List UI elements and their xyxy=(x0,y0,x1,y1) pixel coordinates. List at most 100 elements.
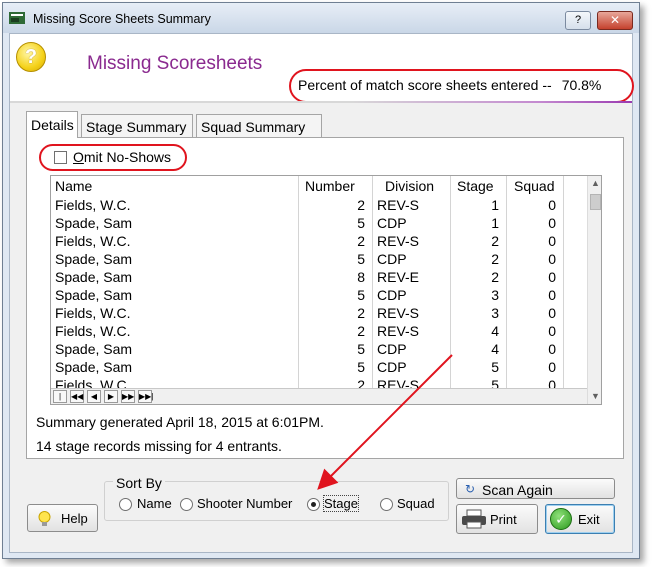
cell-name: Spade, Sam xyxy=(55,215,133,231)
cell-number: 5 xyxy=(357,341,365,357)
table-row[interactable]: Fields, W.C. 2 REV-S 2 0 xyxy=(51,232,587,250)
table-row[interactable]: Fields, W.C. 2 REV-S 4 0 xyxy=(51,322,587,340)
table-row[interactable]: Spade, Sam 5 CDP 2 0 xyxy=(51,250,587,268)
dialog-body: ? Missing Scoresheets Percent of match s… xyxy=(9,33,634,553)
cell-stage: 2 xyxy=(491,269,499,285)
percent-label: Percent of match score sheets entered -- xyxy=(298,77,552,93)
table-row[interactable]: Fields, W.C. 2 REV-S 3 0 xyxy=(51,304,587,322)
cell-number: 5 xyxy=(357,251,365,267)
column-header-name[interactable]: Name xyxy=(55,178,92,196)
app-icon xyxy=(9,12,25,24)
cell-division: REV-E xyxy=(377,269,420,285)
cell-stage: 3 xyxy=(491,305,499,321)
cell-squad: 0 xyxy=(548,251,556,267)
print-button[interactable]: Print xyxy=(456,504,538,534)
cell-number: 8 xyxy=(357,269,365,285)
printer-icon xyxy=(462,509,486,529)
table-row[interactable]: Fields, W.C. 2 REV-S 1 0 xyxy=(51,196,587,214)
sort-stage-radio[interactable] xyxy=(307,498,320,511)
table-row[interactable]: Spade, Sam 5 CDP 5 0 xyxy=(51,358,587,376)
sort-squad-radio[interactable] xyxy=(380,498,393,511)
cell-number: 2 xyxy=(357,197,365,213)
title-bar[interactable]: Missing Score Sheets Summary ? ✕ xyxy=(3,3,639,33)
cell-name: Spade, Sam xyxy=(55,269,133,285)
cell-name: Spade, Sam xyxy=(55,359,133,375)
dialog-window: Missing Score Sheets Summary ? ✕ ? Missi… xyxy=(2,2,640,559)
cell-stage: 3 xyxy=(491,287,499,303)
cell-number: 2 xyxy=(357,323,365,339)
summary-missing-text: 14 stage records missing for 4 entrants. xyxy=(36,438,282,454)
cell-stage: 4 xyxy=(491,341,499,357)
details-panel: Omit No-Shows Name Number Division Stage… xyxy=(26,137,624,459)
print-label: Print xyxy=(490,512,517,527)
cell-division: REV-S xyxy=(377,197,420,213)
sort-name-radio[interactable] xyxy=(119,498,132,511)
tab-details[interactable]: Details xyxy=(26,111,78,138)
nav-first-icon[interactable]: |◀◀ xyxy=(53,390,67,404)
tab-stage-summary[interactable]: Stage Summary xyxy=(81,114,193,137)
vertical-scrollbar[interactable]: ▲ ▼ xyxy=(587,176,601,404)
cell-number: 2 xyxy=(357,305,365,321)
cell-stage: 4 xyxy=(491,323,499,339)
column-header-division[interactable]: Division xyxy=(385,178,434,196)
cell-name: Spade, Sam xyxy=(55,251,133,267)
exit-label: Exit xyxy=(578,512,600,527)
cell-division: CDP xyxy=(377,341,407,357)
table-row[interactable]: Spade, Sam 5 CDP 3 0 xyxy=(51,286,587,304)
omit-no-shows-label[interactable]: Omit No-Shows xyxy=(73,149,171,165)
sort-shooter-number-radio[interactable] xyxy=(180,498,193,511)
cell-name: Spade, Sam xyxy=(55,341,133,357)
tab-squad-summary[interactable]: Squad Summary xyxy=(196,114,322,137)
column-header-squad[interactable]: Squad xyxy=(514,178,554,196)
cell-name: Fields, W.C. xyxy=(55,233,131,249)
cell-name: Fields, W.C. xyxy=(55,305,131,321)
help-button[interactable]: Help xyxy=(27,504,98,532)
refresh-icon: ↻ xyxy=(465,482,476,496)
column-header-stage[interactable]: Stage xyxy=(457,178,494,196)
table-row[interactable]: Spade, Sam 5 CDP 1 0 xyxy=(51,214,587,232)
cell-number: 5 xyxy=(357,287,365,303)
nav-last-icon[interactable]: ▶▶| xyxy=(138,390,153,403)
nav-prev-page-icon[interactable]: ◀◀ xyxy=(70,390,84,403)
cell-number: 5 xyxy=(357,215,365,231)
cell-stage: 1 xyxy=(491,215,499,231)
nav-next-icon[interactable]: ▶ xyxy=(104,390,118,403)
scan-again-button[interactable]: ↻ Scan Again xyxy=(456,478,615,499)
column-header-number[interactable]: Number xyxy=(305,178,355,196)
nav-prev-icon[interactable]: ◀ xyxy=(87,390,101,403)
sort-shooter-number-label[interactable]: Shooter Number xyxy=(197,496,292,511)
page-title: Missing Scoresheets xyxy=(87,53,263,74)
table-row[interactable]: Spade, Sam 5 CDP 4 0 xyxy=(51,340,587,358)
cell-squad: 0 xyxy=(548,341,556,357)
cell-squad: 0 xyxy=(548,233,556,249)
nav-next-page-icon[interactable]: ▶▶ xyxy=(121,390,135,403)
checkmark-icon: ✓ xyxy=(550,508,572,530)
omit-no-shows-checkbox[interactable] xyxy=(54,151,67,164)
window-title: Missing Score Sheets Summary xyxy=(33,12,211,26)
scroll-up-icon[interactable]: ▲ xyxy=(591,178,600,188)
missing-scores-grid[interactable]: Name Number Division Stage Squad Fields,… xyxy=(50,175,602,405)
scroll-down-icon[interactable]: ▼ xyxy=(591,391,600,401)
sort-name-label[interactable]: Name xyxy=(137,496,172,511)
title-help-button[interactable]: ? xyxy=(565,11,591,30)
header-divider xyxy=(10,101,632,103)
cell-division: REV-S xyxy=(377,305,420,321)
cell-division: REV-S xyxy=(377,323,420,339)
cell-division: REV-S xyxy=(377,233,420,249)
percent-value: 70.8% xyxy=(561,77,602,93)
header-panel: ? Missing Scoresheets Percent of match s… xyxy=(10,34,634,103)
cell-squad: 0 xyxy=(548,215,556,231)
cell-division: CDP xyxy=(377,287,407,303)
cell-division: CDP xyxy=(377,215,407,231)
sort-by-label: Sort By xyxy=(113,475,165,491)
table-row[interactable]: Spade, Sam 8 REV-E 2 0 xyxy=(51,268,587,286)
cell-stage: 5 xyxy=(491,359,499,375)
summary-generated-text: Summary generated April 18, 2015 at 6:01… xyxy=(36,414,324,430)
cell-division: CDP xyxy=(377,251,407,267)
exit-button[interactable]: ✓ Exit xyxy=(545,504,615,534)
scroll-thumb[interactable] xyxy=(590,194,601,210)
close-button[interactable]: ✕ xyxy=(597,11,633,30)
sort-stage-label[interactable]: Stage xyxy=(323,495,359,512)
question-icon: ? xyxy=(16,42,46,72)
sort-squad-label[interactable]: Squad xyxy=(397,496,435,511)
